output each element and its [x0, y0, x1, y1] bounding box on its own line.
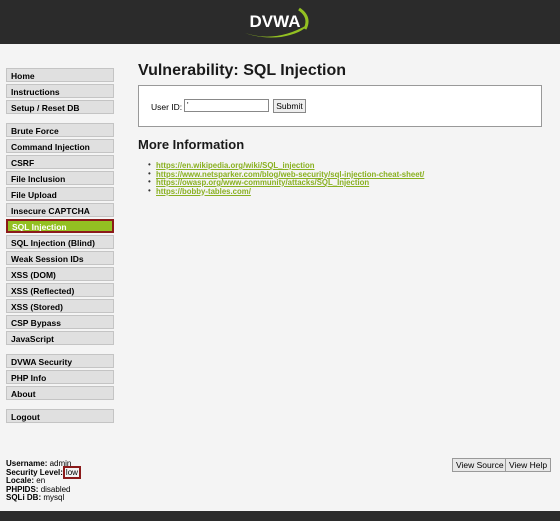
sqli-db-row: SQLi DB: mysql: [6, 493, 81, 503]
sidebar-item-php-info[interactable]: PHP Info: [6, 370, 114, 384]
sidebar-menu: Home Instructions Setup / Reset DB Brute F…: [6, 68, 114, 432]
sidebar-item-instructions[interactable]: Instructions: [6, 84, 114, 98]
main-content: Vulnerability: SQL Injection User ID: Su…: [138, 60, 550, 195]
dvwa-logo: DVWA: [245, 7, 309, 38]
sidebar-item-brute-force[interactable]: Brute Force: [6, 123, 114, 137]
security-level-value: low: [62, 465, 81, 479]
sidebar-item-xss-stored[interactable]: XSS (Stored): [6, 299, 114, 313]
userid-label: User ID:: [151, 102, 183, 112]
sidebar-item-sql-injection-blind[interactable]: SQL Injection (Blind): [6, 235, 114, 249]
list-item: https://owasp.org/www-community/attacks/…: [148, 178, 424, 187]
menu-block-vulnerabilities: Brute Force Command Injection CSRF File Inc…: [6, 123, 114, 345]
more-info-heading: More Information: [138, 137, 245, 152]
userid-input[interactable]: [184, 99, 269, 112]
sidebar-item-setup-reset-db[interactable]: Setup / Reset DB: [6, 100, 114, 114]
view-help-button[interactable]: View Help: [505, 458, 552, 472]
menu-block-logout: Logout: [6, 409, 114, 423]
sidebar-item-javascript[interactable]: JavaScript: [6, 331, 114, 345]
link-bobby-tables[interactable]: https://bobby-tables.com/: [156, 187, 251, 196]
sidebar-item-dvwa-security[interactable]: DVWA Security: [6, 354, 114, 368]
menu-block-setup: Home Instructions Setup / Reset DB: [6, 68, 114, 114]
sidebar-item-xss-dom[interactable]: XSS (DOM): [6, 267, 114, 281]
sidebar-item-weak-session-ids[interactable]: Weak Session IDs: [6, 251, 114, 265]
menu-block-settings: DVWA Security PHP Info About: [6, 354, 114, 400]
sqli-db-label: SQLi DB:: [6, 493, 42, 502]
more-info-links: https://en.wikipedia.org/wiki/SQL_inject…: [148, 161, 424, 195]
sidebar-item-sql-injection[interactable]: SQL Injection: [6, 219, 114, 233]
list-item: https://en.wikipedia.org/wiki/SQL_inject…: [148, 161, 424, 170]
list-item: https://bobby-tables.com/: [148, 187, 424, 196]
sidebar-item-logout[interactable]: Logout: [6, 409, 114, 423]
page-title: Vulnerability: SQL Injection: [138, 62, 347, 79]
sidebar-item-home[interactable]: Home: [6, 68, 114, 82]
list-item: https://www.netsparker.com/blog/web-secu…: [148, 170, 424, 179]
footer-bar: [0, 511, 560, 521]
view-source-button[interactable]: View Source: [452, 458, 508, 472]
sidebar-item-about[interactable]: About: [6, 386, 114, 400]
submit-button[interactable]: Submit: [273, 99, 306, 113]
header-bar: DVWA: [0, 0, 560, 44]
sidebar-item-xss-reflected[interactable]: XSS (Reflected): [6, 283, 114, 297]
vulnerable-form-box: User ID: Submit: [138, 85, 542, 127]
sidebar-item-command-injection[interactable]: Command Injection: [6, 139, 114, 153]
sqli-db-value: mysql: [43, 493, 65, 502]
sidebar-item-insecure-captcha[interactable]: Insecure CAPTCHA: [6, 203, 114, 217]
sidebar-item-file-upload[interactable]: File Upload: [6, 187, 114, 201]
status-info: Username: admin Security Level: low Local…: [6, 459, 81, 503]
sidebar-item-csrf[interactable]: CSRF: [6, 155, 114, 169]
sidebar-item-file-inclusion[interactable]: File Inclusion: [6, 171, 114, 185]
sidebar-item-csp-bypass[interactable]: CSP Bypass: [6, 315, 114, 329]
logo-text: DVWA: [250, 12, 301, 31]
